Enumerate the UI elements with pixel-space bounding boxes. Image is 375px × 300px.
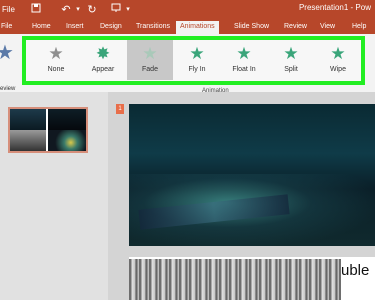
animation-fly-in[interactable]: ★ Fly In <box>174 40 220 80</box>
thumbnail-image <box>10 109 46 130</box>
star-gray-icon: ★ <box>48 44 64 63</box>
tab-design[interactable]: Design <box>100 23 122 30</box>
star-float-in-icon: ★ <box>236 44 252 63</box>
slide-thumbnail[interactable] <box>8 107 88 153</box>
star-burst-green-icon: ✸ <box>95 44 111 63</box>
star-fly-in-icon: ★ <box>189 44 205 63</box>
slide-number-badge: 1 <box>116 104 124 114</box>
animation-split[interactable]: ★ Split <box>268 40 314 80</box>
title-bar: File ↶ ▾ ↻ ▾ Presentation1 - Pow <box>0 0 375 20</box>
undo-dropdown-icon[interactable]: ▾ <box>74 3 82 17</box>
preview-star-icon: ★ <box>0 42 14 64</box>
tab-transitions[interactable]: Transitions <box>136 23 170 30</box>
star-wipe-icon: ★ <box>330 44 346 63</box>
slide-title-text: uble <box>341 262 370 279</box>
ribbon-tab-bar: File Home Insert Design Transitions Anim… <box>0 20 375 34</box>
document-title: Presentation1 - Pow <box>298 3 371 12</box>
present-icon[interactable] <box>110 3 122 17</box>
star-fade-icon: ★ <box>142 44 158 63</box>
file-label[interactable]: File <box>2 3 15 17</box>
animation-none[interactable]: ★ None <box>33 40 79 80</box>
slide-forest[interactable]: uble <box>129 257 375 300</box>
thumbnail-image <box>48 109 86 130</box>
tab-view[interactable]: View <box>320 23 335 30</box>
animation-fade[interactable]: ★ Fade <box>127 40 173 80</box>
tab-home[interactable]: Home <box>32 23 51 30</box>
slide-city-image[interactable] <box>129 104 375 246</box>
thumbnail-image <box>10 130 46 151</box>
redo-icon[interactable]: ↻ <box>86 3 98 17</box>
tab-animations[interactable]: Animations <box>176 21 219 34</box>
forest-image <box>129 259 341 300</box>
undo-icon[interactable]: ↶ <box>60 3 72 17</box>
animation-appear[interactable]: ✸ Appear <box>80 40 126 80</box>
thumbnail-image <box>48 130 86 151</box>
tab-slide-show[interactable]: Slide Show <box>234 23 269 30</box>
tab-file[interactable]: File <box>1 23 12 30</box>
star-split-icon: ★ <box>283 44 299 63</box>
tab-help[interactable]: Help <box>352 23 366 30</box>
qat-dropdown-icon[interactable]: ▾ <box>124 3 132 17</box>
tab-insert[interactable]: Insert <box>66 23 84 30</box>
animation-float-in[interactable]: ★ Float In <box>221 40 267 80</box>
save-icon[interactable] <box>30 3 42 17</box>
animation-wipe[interactable]: ★ Wipe <box>315 40 361 80</box>
preview-button[interactable]: ★ <box>0 38 20 78</box>
tab-review[interactable]: Review <box>284 23 307 30</box>
